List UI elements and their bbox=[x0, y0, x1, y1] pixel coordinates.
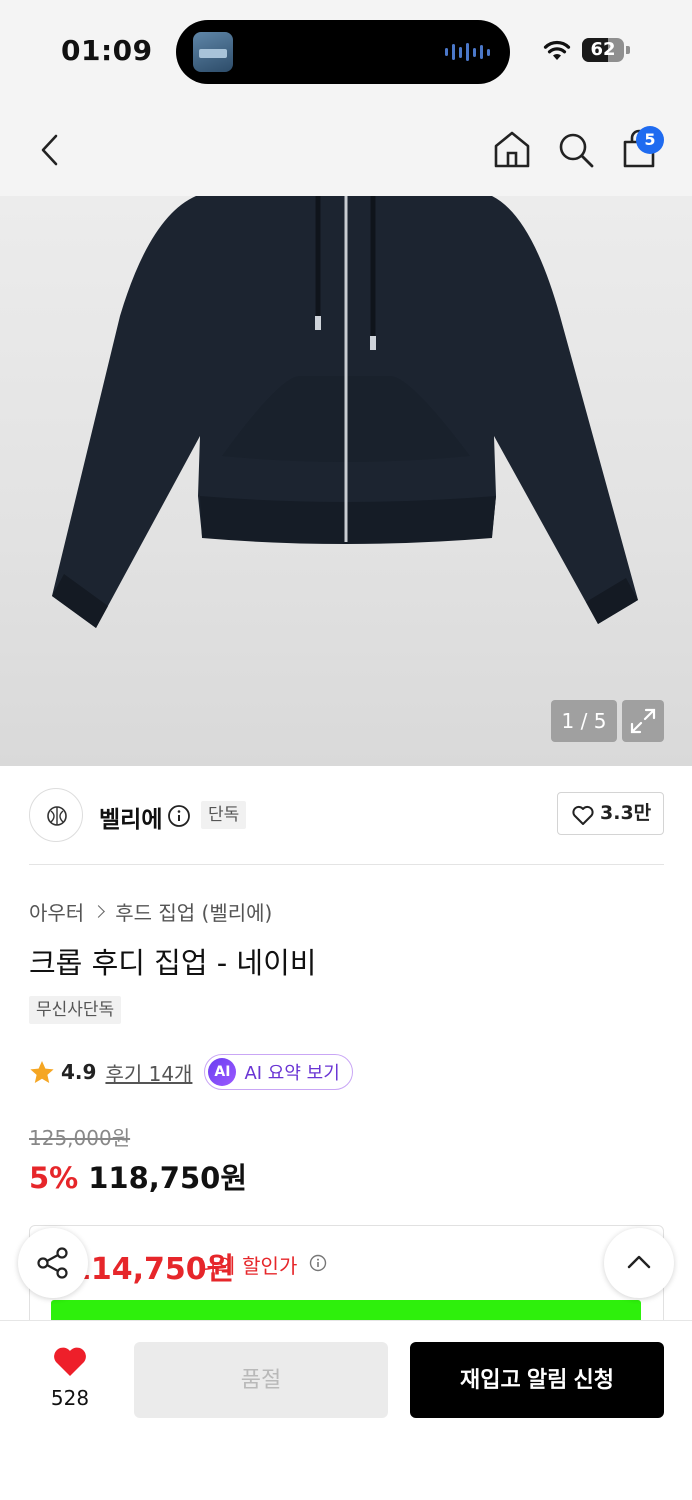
expand-icon bbox=[630, 708, 656, 734]
brand-name[interactable]: 벨리에 bbox=[99, 800, 162, 834]
battery-icon: 62 bbox=[582, 38, 624, 62]
brand-logo-mark bbox=[47, 806, 67, 826]
heart-outline-icon bbox=[572, 805, 594, 825]
wish-count: 528 bbox=[50, 1386, 90, 1410]
ai-summary-button[interactable]: AI AI 요약 보기 bbox=[204, 1054, 353, 1090]
my-price-info-icon[interactable] bbox=[309, 1254, 327, 1272]
audio-wave-icon bbox=[445, 42, 490, 62]
expand-image-button[interactable] bbox=[622, 700, 664, 742]
discount-rate: 5% bbox=[29, 1161, 79, 1195]
ai-summary-label: AI 요약 보기 bbox=[244, 1063, 340, 1084]
battery-percent: 62 bbox=[590, 39, 616, 60]
hoodie-illustration bbox=[52, 196, 638, 628]
review-link[interactable]: 후기 14개 bbox=[105, 1058, 192, 1087]
original-price: 125,000원 bbox=[29, 1126, 131, 1150]
ai-badge-icon: AI bbox=[208, 1058, 237, 1086]
exclusive-tag: 단독 bbox=[201, 801, 247, 829]
sale-price: 118,750원 bbox=[88, 1161, 248, 1195]
price-row: 5% 118,750원 bbox=[29, 1155, 247, 1197]
breadcrumb: 아우터 후드 집업 (벨리에) bbox=[29, 897, 272, 926]
chevron-right-icon bbox=[92, 905, 106, 918]
brand-like-button[interactable]: 3.3만 bbox=[557, 792, 664, 835]
musinsa-exclusive-tag: 무신사단독 bbox=[29, 996, 122, 1024]
search-icon[interactable] bbox=[556, 130, 596, 170]
scroll-top-button[interactable] bbox=[604, 1228, 674, 1298]
breadcrumb-category[interactable]: 아우터 bbox=[29, 897, 84, 926]
back-chevron-icon[interactable] bbox=[36, 132, 64, 168]
status-time: 01:09 bbox=[61, 34, 153, 67]
status-bar: 01:09 62 bbox=[0, 0, 692, 100]
brand-info-icon[interactable] bbox=[167, 804, 191, 828]
image-counter: 1 / 5 bbox=[551, 700, 617, 742]
chevron-up-icon bbox=[627, 1255, 651, 1269]
share-icon bbox=[37, 1247, 68, 1279]
rating-row: 4.9 후기 14개 AI AI 요약 보기 bbox=[29, 1054, 353, 1090]
star-icon bbox=[30, 1060, 54, 1083]
product-image[interactable] bbox=[0, 196, 692, 766]
product-title: 크롭 후디 집업 - 네이비 bbox=[29, 946, 317, 980]
soldout-button[interactable]: 품절 bbox=[134, 1342, 388, 1418]
breadcrumb-subcategory[interactable]: 후드 집업 (벨리에) bbox=[115, 897, 272, 926]
cart-count-badge: 5 bbox=[636, 126, 664, 154]
battery-tip bbox=[626, 46, 630, 54]
rating-value: 4.9 bbox=[61, 1060, 97, 1084]
home-icon[interactable] bbox=[492, 129, 532, 169]
share-button[interactable] bbox=[18, 1228, 88, 1298]
brand-logo[interactable] bbox=[29, 788, 83, 842]
wifi-icon bbox=[543, 40, 571, 60]
my-price-label: 나의 할인가 bbox=[199, 1254, 298, 1278]
brand-like-count: 3.3만 bbox=[600, 802, 652, 824]
now-playing-thumbnail bbox=[193, 32, 233, 72]
restock-alert-button[interactable]: 재입고 알림 신청 bbox=[410, 1342, 664, 1418]
dynamic-island[interactable] bbox=[176, 20, 510, 84]
divider bbox=[29, 864, 664, 865]
heart-filled-icon[interactable] bbox=[52, 1346, 88, 1378]
